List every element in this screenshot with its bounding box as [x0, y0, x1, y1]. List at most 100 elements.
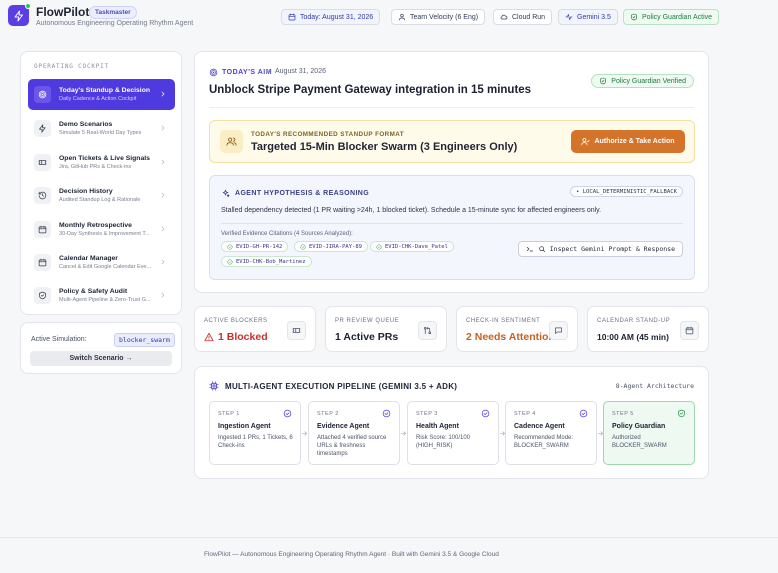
chevron-right-icon	[159, 258, 167, 266]
standup-format-panel: TODAY'S RECOMMENDED STANDUP FORMAT Targe…	[209, 120, 695, 163]
user-icon	[399, 14, 405, 21]
guardian-pill-label: Policy Guardian Active	[642, 13, 713, 21]
authorize-action-button[interactable]: Authorize & Take Action	[571, 130, 685, 153]
hypothesis-panel: AGENT HYPOTHESIS & REASONING • LOCAL_DET…	[209, 175, 695, 280]
sidebar-item-subtitle: Jira, GitHub PRs & Check-ins	[59, 164, 132, 170]
inspect-prompt-button[interactable]: Inspect Gemini Prompt & Response	[517, 241, 683, 257]
sidebar-item-decision-history[interactable]: Decision History Audited Standup Log & Ra…	[28, 180, 175, 211]
switch-scenario-button[interactable]: Switch Scenario →	[30, 351, 172, 366]
app-subtitle: Autonomous Engineering Operating Rhythm …	[36, 20, 194, 27]
hypothesis-text: Stalled dependency detected (1 PR waitin…	[221, 207, 602, 214]
guardian-pill[interactable]: Policy Guardian Active	[623, 9, 720, 25]
chevron-right-icon	[159, 124, 167, 132]
cpu-icon	[209, 381, 219, 391]
bolt-icon	[34, 120, 51, 137]
model-pill[interactable]: Gemini 3.5	[558, 9, 618, 25]
arrow-right-icon	[400, 430, 407, 437]
team-pill[interactable]: Team Velocity (6 Eng)	[391, 9, 486, 25]
calendar-icon	[34, 254, 51, 271]
standup-format-title: Targeted 15-Min Blocker Swarm (3 Enginee…	[251, 141, 518, 153]
stat-value: 1 Active PRs	[335, 331, 399, 343]
step-number: STEP 3	[416, 411, 438, 417]
step-description: Attached 4 verified source URLs & freshn…	[317, 435, 387, 457]
ticket-icon	[34, 154, 51, 171]
calendar-standup-card[interactable]: CALENDAR STAND-UP 10:00 AM (45 min)	[587, 306, 709, 352]
sidebar-item-open-tickets[interactable]: Open Tickets & Live Signals Jira, GitHub …	[28, 147, 175, 178]
model-pill-label: Gemini 3.5	[577, 13, 611, 21]
check-circle-icon	[300, 244, 306, 249]
bolt-logo-icon[interactable]	[8, 3, 31, 26]
sidebar-item-policy-audit[interactable]: Policy & Safety Audit Multi-Agent Pipelin…	[28, 280, 175, 311]
citation-chip[interactable]: EVID-CHK-Bob_Martinez	[221, 256, 312, 267]
cloud-run-pill[interactable]: Cloud Run	[493, 9, 553, 25]
sidebar-item-subtitle: Daily Cadence & Action Cockpit	[59, 96, 137, 102]
sidebar-item-subtitle: Multi-Agent Pipeline & Zero-Trust G...	[59, 297, 151, 303]
chevron-right-icon	[159, 225, 167, 233]
simulation-panel: Active Simulation: blocker_swarm Switch …	[20, 322, 182, 374]
policy-verified-badge: Policy Guardian Verified	[591, 74, 694, 88]
app-tag-badge: Taskmaster	[89, 6, 137, 19]
pipeline-step-ingestion[interactable]: STEP 1 Ingestion Agent Ingested 1 PRs, 1…	[209, 401, 301, 465]
ticket-icon	[287, 321, 306, 340]
app-header: FlowPilot Taskmaster Autonomous Engineer…	[0, 0, 778, 34]
sidebar-item-monthly-retrospective[interactable]: Monthly Retrospective 30-Day Synthesis & …	[28, 214, 175, 245]
step-description: Ingested 1 PRs, 1 Tickets, 6 Check-ins	[218, 435, 293, 449]
cloud-icon	[500, 14, 508, 20]
sidebar-item-subtitle: Cancel & Edit Google Calendar Eve...	[59, 264, 152, 270]
separator-dot	[266, 70, 269, 73]
active-blockers-card[interactable]: ACTIVE BLOCKERS 1 Blocked	[194, 306, 316, 352]
citation-chip[interactable]: EVID-CHK-Dave_Patel	[370, 241, 454, 252]
pipeline-step-cadence[interactable]: STEP 4 Cadence Agent Recommended Mode: B…	[505, 401, 597, 465]
team-pill-label: Team Velocity (6 Eng)	[410, 13, 479, 21]
sidebar-section-label: OPERATING COCKPIT	[34, 63, 110, 70]
sidebar: OPERATING COCKPIT Today's Standup & Deci…	[20, 51, 182, 315]
check-circle-icon	[481, 409, 490, 418]
sidebar-item-standup[interactable]: Today's Standup & Decision Daily Cadence …	[28, 79, 175, 110]
execution-pipeline-card: MULTI-AGENT EXECUTION PIPELINE (GEMINI 3…	[194, 366, 709, 479]
sidebar-item-title: Policy & Safety Audit	[59, 288, 128, 295]
citation-id: EVID-JIRA-PAY-89	[309, 243, 362, 250]
step-description: Authorized BLOCKER_SWARM	[612, 435, 667, 449]
shield-check-icon	[677, 409, 686, 418]
calendar-icon	[680, 321, 699, 340]
sidebar-item-title: Monthly Retrospective	[59, 222, 132, 229]
pipeline-title-text: MULTI-AGENT EXECUTION PIPELINE (GEMINI 3…	[225, 381, 458, 391]
stat-value-text: 1 Blocked	[218, 331, 268, 343]
stat-label: ACTIVE BLOCKERS	[204, 318, 268, 324]
sidebar-item-title: Today's Standup & Decision	[59, 87, 150, 94]
sidebar-item-demo-scenarios[interactable]: Demo Scenarios Simulate 5 Real-World Day …	[28, 113, 175, 144]
calendar-icon	[34, 221, 51, 238]
user-check-icon	[581, 138, 591, 146]
pr-review-queue-card[interactable]: PR REVIEW QUEUE 1 Active PRs	[325, 306, 447, 352]
hypothesis-label: AGENT HYPOTHESIS & REASONING	[221, 189, 369, 198]
sidebar-item-title: Calendar Manager	[59, 255, 118, 262]
stat-value: 2 Needs Attention	[466, 331, 555, 343]
citation-id: EVID-CHK-Bob_Martinez	[236, 258, 306, 265]
shield-check-icon	[631, 13, 637, 21]
pipeline-step-policy-guardian[interactable]: STEP 5 Policy Guardian Authorized BLOCKE…	[603, 401, 695, 465]
citation-id: EVID-CHK-Dave_Patel	[385, 243, 448, 250]
checkin-sentiment-card[interactable]: CHECK-IN SENTIMENT 2 Needs Attention	[456, 306, 578, 352]
sidebar-item-calendar-manager[interactable]: Calendar Manager Cancel & Edit Google Cal…	[28, 247, 175, 278]
online-status-dot	[25, 3, 31, 9]
pipeline-title: MULTI-AGENT EXECUTION PIPELINE (GEMINI 3…	[209, 381, 457, 391]
citation-chip[interactable]: EVID-GH-PR-142	[221, 241, 289, 252]
history-icon	[34, 187, 51, 204]
users-icon	[220, 130, 243, 153]
check-circle-icon	[227, 244, 233, 249]
stat-value: 10:00 AM (45 min)	[597, 332, 669, 342]
step-number: STEP 4	[514, 411, 536, 417]
pipeline-step-health[interactable]: STEP 3 Health Agent Risk Score: 100/100 …	[407, 401, 499, 465]
inspect-prompt-label: Inspect Gemini Prompt & Response	[549, 245, 675, 253]
pipeline-architecture-label: 8-Agent Architecture	[615, 382, 694, 390]
sidebar-item-subtitle: Simulate 5 Real-World Day Types	[59, 130, 142, 136]
stat-label: CALENDAR STAND-UP	[597, 318, 671, 324]
date-pill[interactable]: Today: August 31, 2026	[281, 9, 381, 25]
check-circle-icon	[283, 409, 292, 418]
standup-format-label: TODAY'S RECOMMENDED STANDUP FORMAT	[251, 131, 404, 138]
aim-label-text: TODAY'S AIM	[222, 69, 273, 76]
citation-chip[interactable]: EVID-JIRA-PAY-89	[294, 241, 368, 252]
check-circle-icon	[382, 409, 391, 418]
pipeline-step-evidence[interactable]: STEP 2 Evidence Agent Attached 4 verifie…	[308, 401, 400, 465]
step-name: Policy Guardian	[612, 423, 666, 430]
